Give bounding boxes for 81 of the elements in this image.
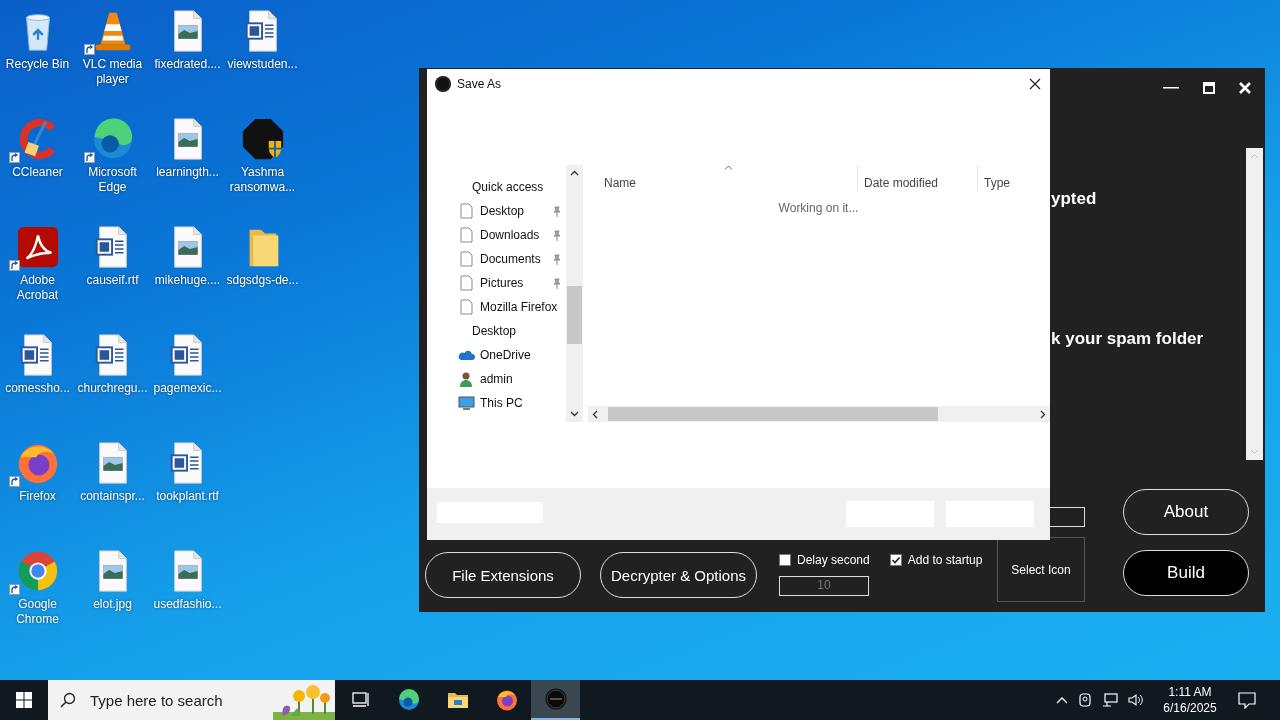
- scroll-thumb[interactable]: [567, 286, 582, 344]
- icon-label[interactable]: VLC media player: [75, 57, 150, 87]
- icon-label[interactable]: causeif.rtf: [75, 273, 150, 288]
- dialog-title: Save As: [457, 76, 503, 91]
- extensions-button[interactable]: File Extensions: [425, 552, 581, 598]
- icon-label[interactable]: Firefox: [0, 489, 75, 504]
- search-icon: [60, 692, 76, 708]
- maximize-icon[interactable]: [1203, 82, 1215, 94]
- clock-time[interactable]: 1:11 AM: [1154, 684, 1226, 700]
- pin-icon[interactable]: [552, 205, 562, 217]
- minimize-icon[interactable]: [1163, 86, 1179, 90]
- monitor-icon: [458, 394, 475, 412]
- nav-item[interactable]: Mozilla Firefox: [480, 300, 562, 314]
- icon-label[interactable]: mikehuge....: [150, 273, 225, 288]
- column-header[interactable]: Date modified: [858, 165, 978, 191]
- nav-item[interactable]: Desktop: [472, 324, 562, 338]
- icon-label[interactable]: CCleaner: [0, 165, 75, 180]
- file-icon: [458, 298, 475, 316]
- search-input[interactable]: Type here to search: [88, 690, 257, 710]
- icon-label[interactable]: Yashma ransomwa...: [225, 165, 300, 195]
- status-text: Working on it...: [777, 201, 860, 215]
- taskbar-button[interactable]: [531, 680, 580, 720]
- scroll-down-icon[interactable]: [570, 411, 579, 417]
- nav-item[interactable]: This PC: [480, 396, 562, 410]
- build-button[interactable]: Build: [1123, 550, 1249, 596]
- network-icon[interactable]: [1102, 693, 1118, 707]
- close-icon[interactable]: [1029, 77, 1041, 90]
- windows-logo-icon: [16, 692, 32, 708]
- globe-icon: [495, 689, 518, 711]
- app-logo-icon: [435, 75, 451, 92]
- file-icon: [458, 226, 475, 244]
- volume-icon[interactable]: [1128, 693, 1144, 707]
- nav-item[interactable]: admin: [480, 372, 562, 386]
- icon-label[interactable]: viewstuden...: [225, 57, 300, 72]
- nav-item[interactable]: Quick access: [472, 180, 562, 194]
- checkbox-label[interactable]: Delay second: [797, 553, 870, 567]
- nav-item[interactable]: OneDrive: [480, 348, 562, 362]
- scroll-up-icon[interactable]: [570, 170, 579, 176]
- file-icon: [458, 202, 475, 220]
- select-icon-button[interactable]: Select Icon: [997, 537, 1085, 602]
- scroll-right-icon[interactable]: [1040, 409, 1046, 419]
- meeting-icon[interactable]: [1078, 693, 1092, 707]
- checkbox[interactable]: [889, 554, 902, 566]
- checkbox[interactable]: [779, 554, 791, 566]
- clock-date[interactable]: 6/16/2025: [1154, 700, 1226, 716]
- icon-label[interactable]: Microsoft Edge: [75, 165, 150, 195]
- search-box[interactable]: Type here to search: [48, 680, 335, 720]
- nav-item[interactable]: Downloads: [480, 228, 547, 242]
- file-icon: [458, 250, 475, 268]
- swirl-icon: [397, 689, 420, 711]
- nav-item[interactable]: Desktop: [480, 204, 547, 218]
- app-logo-icon: [544, 688, 567, 710]
- icon-label[interactable]: pagemexic...: [150, 381, 225, 396]
- notification-icon[interactable]: [1238, 691, 1256, 709]
- message-text: k your spam folder: [1051, 329, 1205, 349]
- icon-label[interactable]: churchregu...: [75, 381, 150, 396]
- nav-item[interactable]: Documents: [480, 252, 547, 266]
- icon-label[interactable]: comessho...: [0, 381, 75, 396]
- pin-icon[interactable]: [552, 253, 562, 265]
- scroll-thumb[interactable]: [608, 407, 938, 421]
- icon-label[interactable]: learningth...: [150, 165, 225, 180]
- nav-item[interactable]: Pictures: [480, 276, 547, 290]
- icon-label[interactable]: fixedrated....: [150, 57, 225, 72]
- chevron-up-icon[interactable]: [1056, 696, 1068, 704]
- checkbox-label[interactable]: Add to startup: [907, 553, 983, 567]
- scrollbar[interactable]: [566, 165, 583, 422]
- pin-icon[interactable]: [552, 229, 562, 241]
- column-header[interactable]: Type: [978, 165, 1050, 191]
- decrypter-button[interactable]: Decrypter & Options: [600, 552, 757, 598]
- column-header[interactable]: Name: [583, 165, 858, 191]
- icon-label[interactable]: Recycle Bin: [0, 57, 75, 72]
- file-icon: [458, 274, 475, 292]
- icon-label[interactable]: sdgsdgs-de...: [225, 273, 300, 288]
- user-icon: [458, 370, 475, 388]
- icon-label[interactable]: Adobe Acrobat: [0, 273, 75, 303]
- scroll-left-icon[interactable]: [592, 409, 598, 419]
- pin-icon[interactable]: [552, 277, 562, 289]
- about-button[interactable]: About: [1123, 489, 1249, 535]
- message-text: ypted: [1051, 189, 1098, 209]
- scrollbar[interactable]: [588, 406, 1050, 422]
- sort-caret-icon: [724, 165, 733, 170]
